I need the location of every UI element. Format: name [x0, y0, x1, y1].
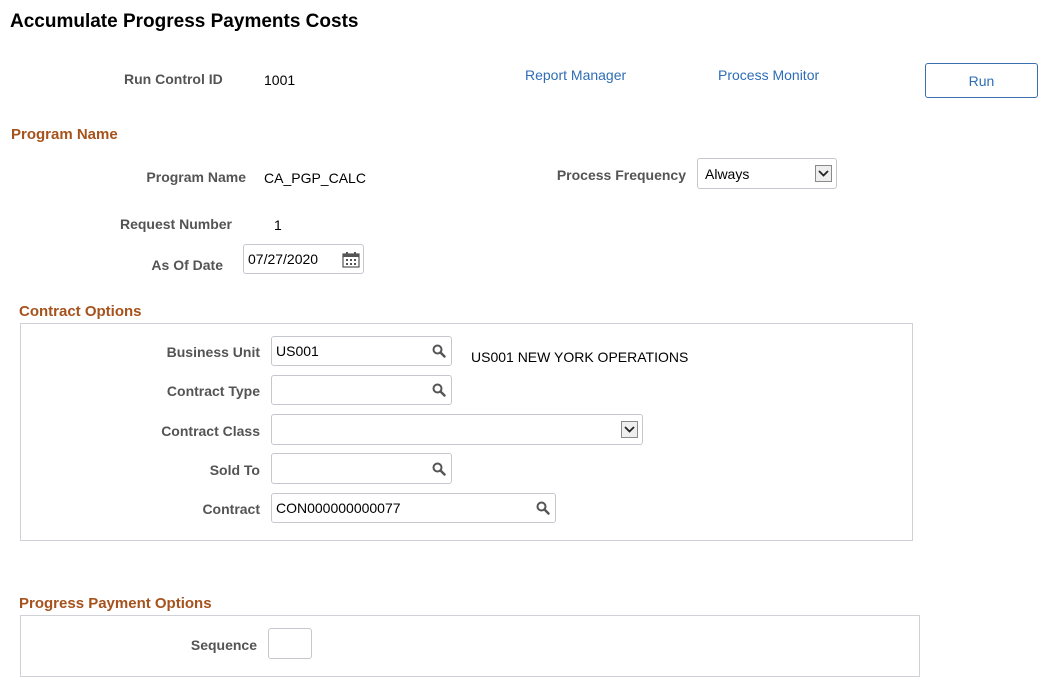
run-control-id-value: 1001 [264, 72, 296, 88]
sold-to-label: Sold To [209, 462, 260, 478]
search-icon[interactable] [531, 494, 555, 522]
business-unit-value: US001 [276, 343, 319, 359]
contract-label: Contract [202, 501, 260, 517]
run-button[interactable]: Run [925, 63, 1038, 98]
sequence-label: Sequence [190, 637, 257, 653]
chevron-down-icon[interactable] [815, 165, 832, 182]
as-of-date-value: 07/27/2020 [248, 251, 319, 267]
page-title: Accumulate Progress Payments Costs [10, 11, 359, 32]
contract-type-input[interactable] [271, 375, 452, 405]
sold-to-input[interactable] [271, 453, 452, 484]
run-control-id-label: Run Control ID [124, 71, 223, 87]
contract-options-heading: Contract Options [19, 303, 142, 320]
program-name-section-heading: Program Name [11, 126, 118, 143]
contract-class-label: Contract Class [161, 423, 260, 439]
search-icon[interactable] [427, 376, 451, 404]
sequence-input[interactable] [268, 628, 312, 659]
contract-type-label: Contract Type [166, 383, 260, 399]
chevron-down-icon[interactable] [621, 421, 638, 438]
process-monitor-link[interactable]: Process Monitor [718, 67, 819, 83]
contract-value: CON000000000077 [276, 500, 401, 516]
report-manager-link[interactable]: Report Manager [525, 67, 626, 83]
business-unit-label: Business Unit [166, 344, 260, 360]
contract-input[interactable]: CON000000000077 [271, 493, 556, 523]
contract-class-select[interactable] [271, 414, 643, 445]
business-unit-input[interactable]: US001 [271, 336, 452, 366]
search-icon[interactable] [427, 337, 451, 365]
progress-payment-options-heading: Progress Payment Options [19, 595, 212, 612]
calendar-icon[interactable] [339, 245, 363, 273]
business-unit-description: US001 NEW YORK OPERATIONS [471, 349, 689, 365]
request-number-value: 1 [274, 217, 282, 233]
as-of-date-label: As Of Date [151, 257, 223, 273]
process-frequency-label: Process Frequency [556, 167, 686, 183]
program-name-value: CA_PGP_CALC [264, 170, 366, 186]
process-frequency-select[interactable]: Always [697, 158, 837, 189]
as-of-date-input[interactable]: 07/27/2020 [243, 244, 364, 274]
request-number-label: Request Number [119, 216, 232, 232]
program-name-label: Program Name [146, 169, 246, 185]
run-button-label: Run [968, 72, 995, 89]
process-frequency-value: Always [705, 165, 750, 182]
search-icon[interactable] [427, 454, 451, 483]
